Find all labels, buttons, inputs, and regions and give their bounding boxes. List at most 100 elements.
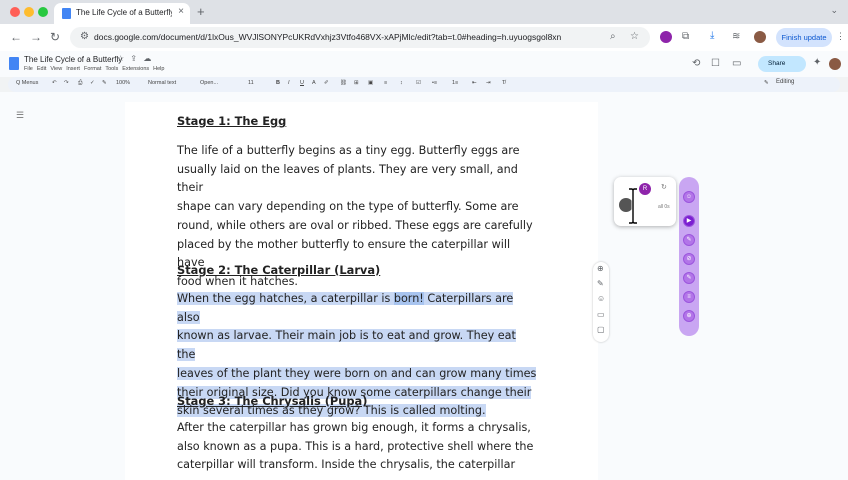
style-select[interactable]: Normal text (148, 80, 176, 86)
tab-title: The Life Cycle of a Butterfly (76, 8, 172, 17)
omnibox[interactable]: ⚙ docs.google.com/document/d/1lxOus_WVJl… (70, 27, 650, 48)
extension-purple-icon[interactable] (660, 31, 672, 43)
address-bar-row: ← → ↻ ⚙ docs.google.com/document/d/1lxOu… (0, 24, 848, 51)
link-icon[interactable]: ⛓ (340, 80, 347, 86)
document-canvas: ☰ Stage 1: The Egg The life of a butterf… (0, 92, 848, 480)
menu-file[interactable]: File (24, 66, 33, 72)
search-icon[interactable]: ⌕ (610, 31, 616, 42)
minimize-window-button[interactable] (24, 7, 34, 17)
finish-update-button[interactable]: Finish update (776, 28, 832, 47)
extensions-puzzle-icon[interactable]: ⧉ (682, 31, 689, 42)
paragraph-chrysalis[interactable]: After the caterpillar has grown big enou… (177, 419, 537, 480)
zoom-select[interactable]: 100% (116, 80, 130, 86)
highlight-icon[interactable]: ✐ (324, 80, 329, 86)
download-icon[interactable]: ⤓ (710, 30, 714, 41)
image-icon[interactable]: ▣ (368, 80, 373, 86)
reload-button[interactable]: ↻ (50, 30, 60, 44)
title-action-icons[interactable]: ☆ ⇪ ☁ (117, 54, 153, 63)
menu-extensions[interactable]: Extensions (122, 66, 149, 72)
menu-help[interactable]: Help (153, 66, 164, 72)
account-avatar[interactable] (829, 58, 841, 70)
browser-menu-icon[interactable]: ⋮ (836, 31, 845, 42)
gemini-star-icon[interactable]: ✦ (813, 57, 821, 68)
assistant-tool-icon-3[interactable]: ✎ (683, 272, 695, 284)
assistant-logo-icon[interactable]: ☺ (683, 191, 695, 203)
docs-logo-icon[interactable] (9, 57, 19, 70)
heading-stage-3[interactable]: Stage 3: The Chrysalis (Pupa) (177, 394, 367, 408)
tab-search-chevron-icon[interactable]: ⌄ (830, 5, 838, 16)
meet-video-icon[interactable]: ▭ (732, 58, 741, 69)
docs-toolbar: Q Menus ↶ ↷ ⎙ ✓ ✎ 100% Normal text Open.… (8, 77, 840, 92)
menu-format[interactable]: Format (84, 66, 101, 72)
search-menus-field[interactable]: Q Menus (16, 80, 38, 86)
pencil-icon: ✎ (764, 80, 769, 86)
undo-icon[interactable]: ↶ (52, 80, 57, 86)
line-spacing-icon[interactable]: ↕ (400, 80, 403, 86)
assistant-tool-icon-2[interactable]: ⊘ (683, 253, 695, 265)
feedback-icon[interactable]: ▢ (597, 325, 605, 334)
extension-popup[interactable]: R ↻ all 0s (614, 177, 676, 226)
checklist-icon[interactable]: ☑ (416, 80, 421, 86)
assistant-sidebar: ☺ ▶ ✎ ⊘ ✎ ≡ ⊕ (679, 177, 699, 336)
menu-insert[interactable]: Insert (66, 66, 80, 72)
assistant-tool-icon-4[interactable]: ≡ (683, 291, 695, 303)
maximize-window-button[interactable] (38, 7, 48, 17)
heading-stage-2[interactable]: Stage 2: The Caterpillar (Larva) (177, 263, 380, 277)
numbered-list-icon[interactable]: 1≡ (452, 80, 458, 86)
browser-tab-strip: The Life Cycle of a Butterfly × + ⌄ (0, 0, 848, 24)
media-control-icon[interactable]: ≋ (732, 31, 740, 42)
menu-edit[interactable]: Edit (37, 66, 46, 72)
profile-avatar[interactable] (754, 31, 766, 43)
document-title[interactable]: The Life Cycle of a Butterfly (24, 55, 122, 64)
indent-icon[interactable]: ⇤ (472, 80, 477, 86)
underline-button[interactable]: U (300, 80, 304, 86)
document-outline-icon[interactable]: ☰ (16, 110, 24, 121)
share-button[interactable]: Share (758, 56, 806, 72)
editing-mode-select[interactable]: Editing (776, 79, 794, 85)
history-icon[interactable]: ⟲ (692, 58, 700, 69)
docs-menu-bar: File Edit View Insert Format Tools Extensions H… (24, 66, 168, 72)
comments-icon[interactable]: ☐ (711, 58, 720, 69)
assistant-tool-icon-5[interactable]: ⊕ (683, 310, 695, 322)
chat-icon[interactable]: ▭ (597, 310, 605, 319)
close-window-button[interactable] (10, 7, 20, 17)
paint-format-icon[interactable]: ✎ (102, 80, 107, 86)
clear-format-icon[interactable]: T̸ (502, 80, 505, 86)
suggest-edit-icon[interactable]: ✎ (597, 279, 604, 288)
italic-button[interactable]: I (288, 80, 290, 86)
add-comment-icon[interactable]: ⊕ (597, 264, 604, 273)
docs-favicon-icon (62, 8, 71, 19)
close-icon[interactable]: × (178, 6, 184, 17)
text-color-icon[interactable]: A (312, 80, 316, 86)
heading-stage-1[interactable]: Stage 1: The Egg (177, 114, 286, 128)
new-tab-button[interactable]: + (197, 4, 205, 19)
align-icon[interactable]: ≡ (384, 80, 387, 86)
comment-icon[interactable]: ⊞ (354, 80, 359, 86)
site-info-icon[interactable]: ⚙ (80, 31, 89, 42)
print-icon[interactable]: ⎙ (78, 80, 82, 87)
forward-button[interactable]: → (30, 30, 42, 44)
bullet-list-icon[interactable]: •≡ (432, 80, 437, 86)
redo-icon[interactable]: ↷ (64, 80, 69, 86)
bookmark-star-icon[interactable]: ☆ (630, 31, 639, 42)
font-size-field[interactable]: 11 (248, 80, 254, 86)
text-cursor-icon (629, 188, 637, 224)
menu-view[interactable]: View (50, 66, 62, 72)
refresh-icon[interactable]: ↻ (661, 183, 667, 191)
spellcheck-icon[interactable]: ✓ (90, 80, 95, 86)
document-page[interactable]: Stage 1: The Egg The life of a butterfly… (125, 102, 598, 480)
docs-header: The Life Cycle of a Butterfly ☆ ⇪ ☁ File… (0, 51, 848, 77)
popup-label: all 0s (658, 204, 670, 210)
browser-tab-active[interactable]: The Life Cycle of a Butterfly × (54, 3, 190, 24)
font-select[interactable]: Open... (200, 80, 218, 86)
side-action-gutter: ⊕ ✎ ☺ ▭ ▢ (593, 262, 609, 342)
popup-badge[interactable]: R (639, 183, 651, 195)
url-text[interactable]: docs.google.com/document/d/1lxOus_WVJlSO… (94, 32, 594, 42)
bold-button[interactable]: B (276, 80, 280, 86)
emoji-reaction-icon[interactable]: ☺ (597, 294, 605, 303)
menu-tools[interactable]: Tools (105, 66, 118, 72)
outdent-icon[interactable]: ⇥ (486, 80, 491, 86)
back-button[interactable]: ← (10, 30, 22, 44)
assistant-tool-icon-1[interactable]: ✎ (683, 234, 695, 246)
play-icon[interactable]: ▶ (683, 215, 695, 227)
